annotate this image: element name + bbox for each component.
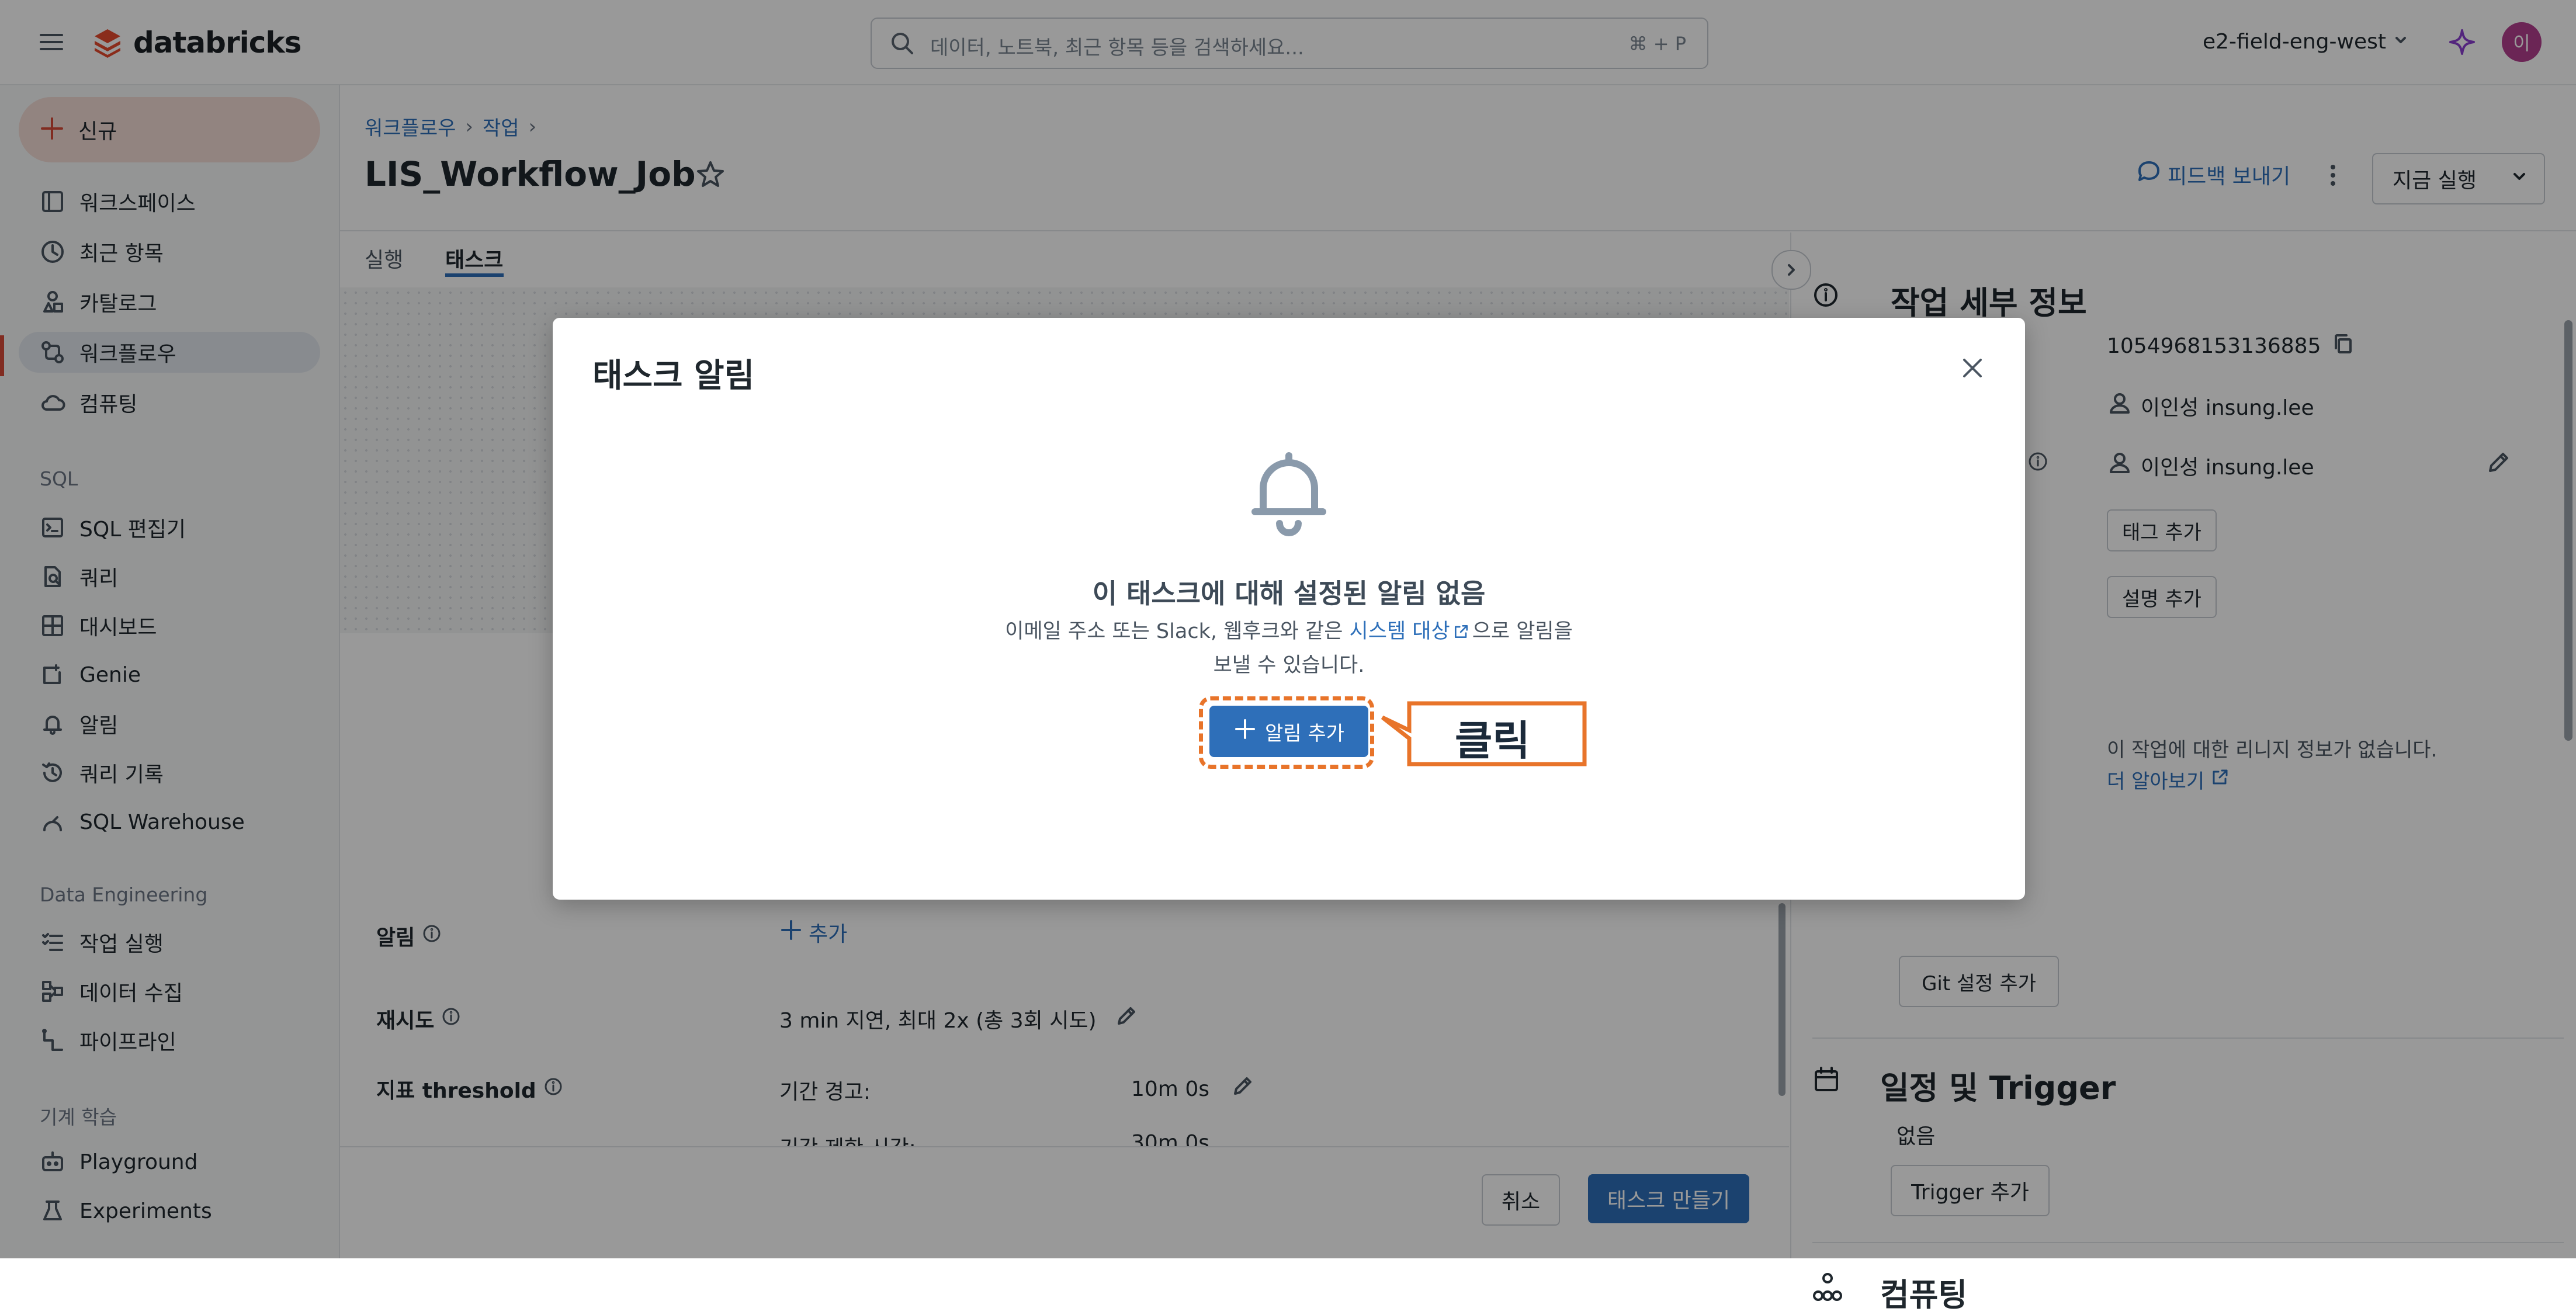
empty-state-description: 이메일 주소 또는 Slack, 웹후크와 같은 시스템 대상 으로 알림을 보낼… [553, 615, 2025, 682]
close-icon[interactable] [1958, 354, 1986, 382]
bell-icon [1237, 442, 1340, 544]
callout-text: 클릭 [1455, 717, 1530, 765]
description-text: 으로 알림을 [1472, 620, 1573, 643]
description-text: 이메일 주소 또는 Slack, 웹후크와 같은 [1005, 620, 1350, 643]
system-destination-link[interactable]: 시스템 대상 [1350, 620, 1450, 643]
compute-title: 컴퓨팅 [1880, 1276, 1968, 1313]
compute-icon [1811, 1271, 1844, 1306]
task-alerts-dialog: 태스크 알림 이 태스크에 대해 설정된 알림 없음 이메일 주소 또는 Sla… [553, 318, 2025, 900]
highlight-box [1199, 696, 1374, 769]
dialog-title: 태스크 알림 [592, 357, 755, 395]
empty-state-heading: 이 태스크에 대해 설정된 알림 없음 [1092, 578, 1486, 609]
external-link-icon [1452, 620, 1470, 643]
description-text: 보낼 수 있습니다. [1213, 654, 1365, 677]
